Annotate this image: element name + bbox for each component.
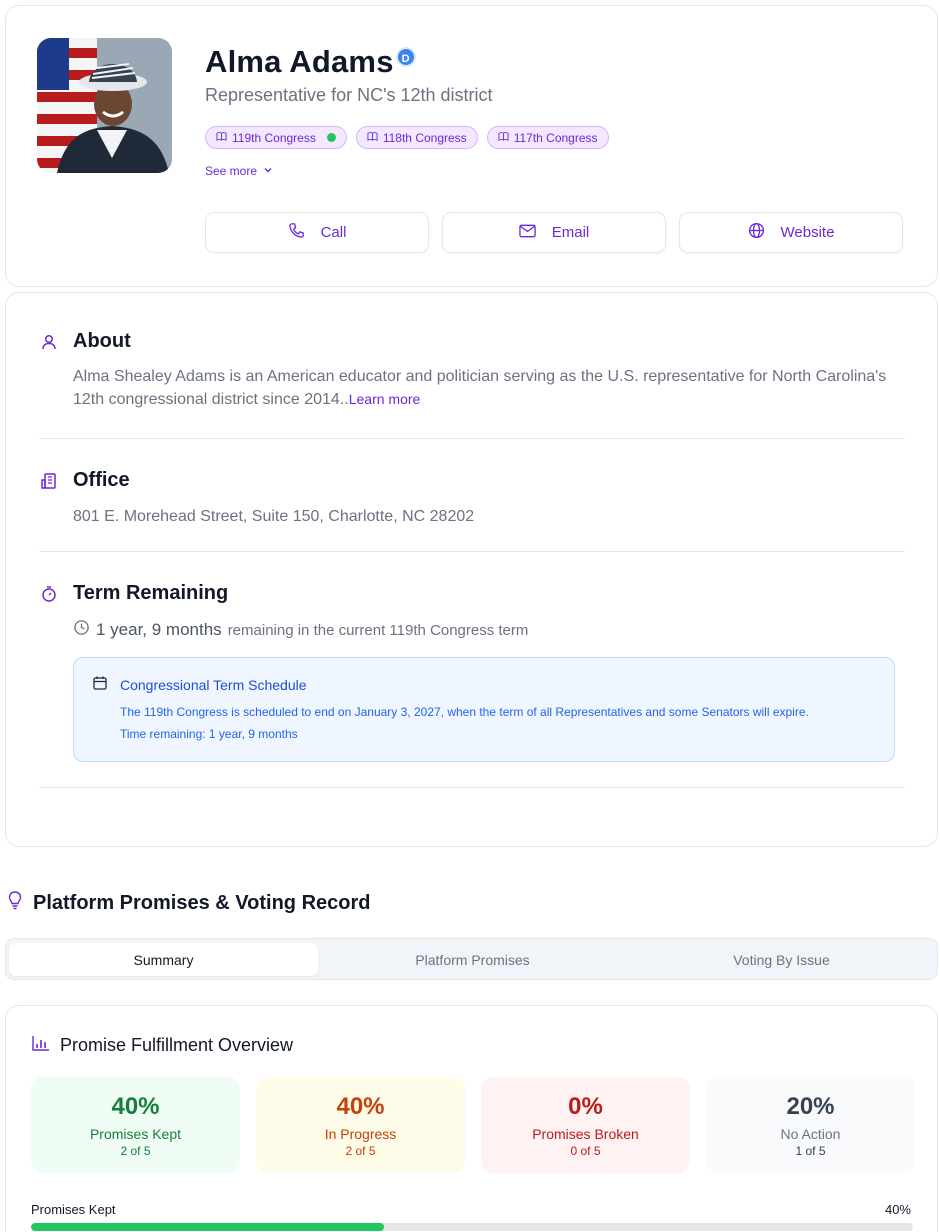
congress-chip-118[interactable]: 118th Congress bbox=[355, 126, 478, 149]
platform-title: Platform Promises & Voting Record bbox=[33, 891, 371, 914]
globe-icon bbox=[748, 222, 765, 243]
divider bbox=[39, 438, 905, 439]
website-button[interactable]: Website bbox=[679, 212, 903, 253]
tab-summary[interactable]: Summary bbox=[9, 943, 318, 976]
call-button[interactable]: Call bbox=[205, 212, 429, 253]
book-icon bbox=[216, 131, 227, 145]
stat-label: In Progress bbox=[324, 1126, 397, 1142]
schedule-text: The 119th Congress is scheduled to end o… bbox=[120, 705, 809, 719]
progress-percent: 40% bbox=[884, 1202, 911, 1217]
platform-heading: Platform Promises & Voting Record bbox=[7, 890, 370, 916]
congress-chips: 119th Congress 118th Congress 117th Cong… bbox=[205, 126, 609, 149]
stat-percent: 20% bbox=[786, 1093, 835, 1120]
stat-count: 2 of 5 bbox=[120, 1144, 151, 1158]
profile-card: Alma Adams D Representative for NC's 12th… bbox=[5, 5, 938, 287]
platform-tabs: Summary Platform Promises Voting By Issu… bbox=[5, 938, 938, 980]
email-label: Email bbox=[551, 224, 590, 241]
term-remaining-suffix: remaining in the current 119th Congress … bbox=[227, 621, 529, 639]
stat-percent: 0% bbox=[568, 1093, 603, 1120]
stat-count: 1 of 5 bbox=[795, 1144, 826, 1158]
lightbulb-icon bbox=[7, 890, 23, 916]
progress-bar-fill bbox=[31, 1223, 384, 1231]
see-more-link[interactable]: See more bbox=[205, 164, 273, 178]
stat-count: 2 of 5 bbox=[345, 1144, 376, 1158]
about-title: About bbox=[73, 330, 131, 352]
about-heading: About bbox=[39, 330, 131, 353]
schedule-remaining: Time remaining: 1 year, 9 months bbox=[120, 727, 298, 741]
progress-bar bbox=[31, 1223, 913, 1231]
divider bbox=[39, 787, 905, 788]
user-icon bbox=[39, 332, 59, 352]
term-heading: Term Remaining bbox=[39, 582, 228, 605]
phone-icon bbox=[288, 222, 305, 243]
progress-label: Promises Kept bbox=[31, 1202, 116, 1217]
tab-platform-promises[interactable]: Platform Promises bbox=[318, 943, 627, 976]
stat-count: 0 of 5 bbox=[570, 1144, 601, 1158]
congress-chip-119[interactable]: 119th Congress bbox=[205, 126, 347, 149]
clock-icon bbox=[73, 619, 90, 641]
stat-percent: 40% bbox=[111, 1093, 160, 1120]
term-title: Term Remaining bbox=[73, 582, 229, 604]
stat-promises-broken: 0% Promises Broken 0 of 5 bbox=[481, 1077, 690, 1173]
congress-chip-label: 119th Congress bbox=[232, 130, 316, 145]
current-indicator bbox=[326, 133, 336, 142]
about-description: Alma Shealey Adams is an American educat… bbox=[73, 368, 887, 408]
bar-chart-icon bbox=[32, 1035, 50, 1056]
website-label: Website bbox=[780, 224, 835, 241]
stat-label: No Action bbox=[780, 1126, 841, 1142]
term-schedule-notice: Congressional Term Schedule The 119th Co… bbox=[73, 657, 895, 762]
overview-title: Promise Fulfillment Overview bbox=[60, 1035, 294, 1055]
overview-heading: Promise Fulfillment Overview bbox=[32, 1035, 293, 1056]
representative-role: Representative for NC's 12th district bbox=[205, 85, 493, 105]
book-icon bbox=[498, 131, 509, 145]
tab-voting-by-issue[interactable]: Voting By Issue bbox=[627, 943, 936, 976]
congress-chip-117[interactable]: 117th Congress bbox=[486, 126, 609, 149]
learn-more-link[interactable]: Learn more bbox=[349, 391, 421, 407]
stat-percent: 40% bbox=[336, 1093, 385, 1120]
calendar-icon bbox=[92, 675, 108, 696]
email-button[interactable]: Email bbox=[442, 212, 666, 253]
stat-no-action: 20% No Action 1 of 5 bbox=[706, 1077, 915, 1173]
term-remaining-line: 1 year, 9 months remaining in the current… bbox=[73, 619, 528, 641]
call-label: Call bbox=[320, 224, 347, 241]
building-icon bbox=[39, 471, 59, 491]
timer-icon bbox=[39, 584, 59, 604]
stat-promises-kept: 40% Promises Kept 2 of 5 bbox=[31, 1077, 240, 1173]
congress-chip-label: 118th Congress bbox=[382, 130, 467, 145]
book-icon bbox=[367, 131, 378, 145]
party-badge: D bbox=[395, 47, 416, 67]
representative-name: Alma Adams D bbox=[205, 44, 416, 80]
details-card: About Alma Shealey Adams is an American … bbox=[5, 292, 938, 847]
stat-label: Promises Kept bbox=[89, 1126, 182, 1142]
term-remaining-value: 1 year, 9 months bbox=[96, 620, 222, 639]
mail-icon bbox=[519, 224, 536, 242]
divider bbox=[39, 551, 905, 552]
schedule-title: Congressional Term Schedule bbox=[120, 677, 307, 693]
office-title: Office bbox=[73, 469, 130, 491]
stat-in-progress: 40% In Progress 2 of 5 bbox=[256, 1077, 465, 1173]
chevron-down-icon bbox=[263, 164, 273, 178]
office-heading: Office bbox=[39, 469, 130, 492]
see-more-label: See more bbox=[205, 164, 258, 178]
office-address: 801 E. Morehead Street, Suite 150, Charl… bbox=[73, 508, 475, 525]
promise-overview-card: Promise Fulfillment Overview 40% Promise… bbox=[5, 1005, 938, 1232]
stat-label: Promises Broken bbox=[532, 1126, 639, 1142]
congress-chip-label: 117th Congress bbox=[513, 130, 598, 145]
profile-photo bbox=[37, 38, 172, 173]
contact-actions: Call Email Website bbox=[205, 212, 903, 253]
about-text: Alma Shealey Adams is an American educat… bbox=[73, 365, 903, 411]
